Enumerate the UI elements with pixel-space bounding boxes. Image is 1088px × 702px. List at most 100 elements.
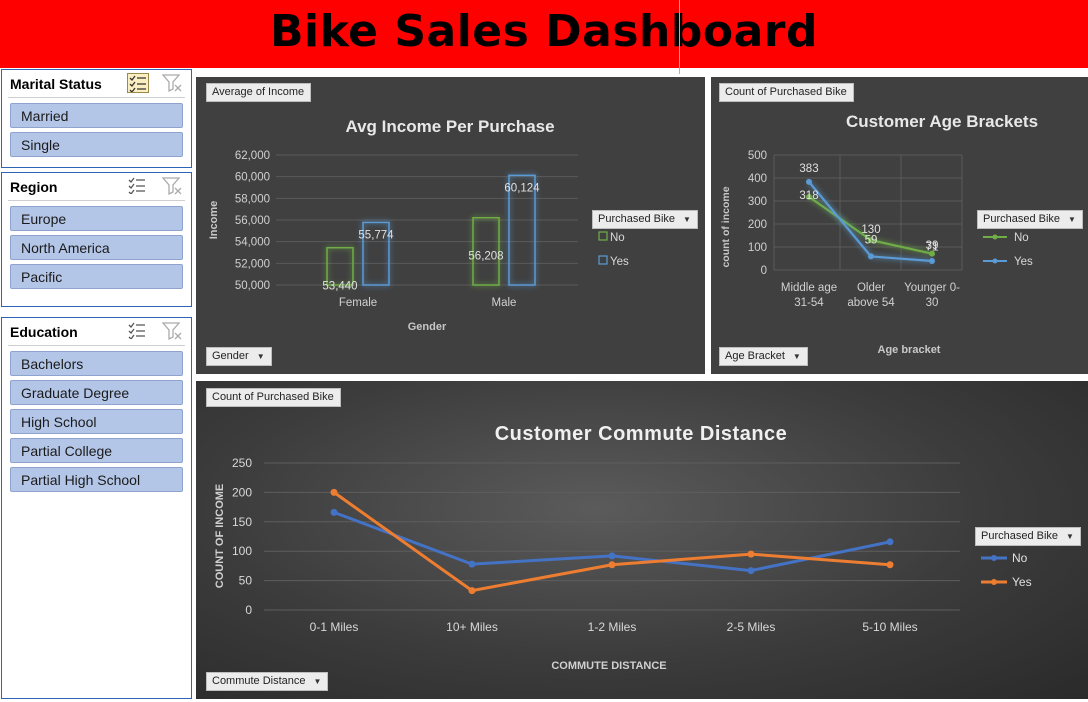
y-axis-label: Income — [208, 201, 220, 240]
age-line-chart: Customer Age Brackets 0 100 200 300 400 500 cou… — [720, 112, 1038, 356]
x-tick-label: 1-2 Miles — [588, 620, 637, 634]
bar-no — [326, 246, 354, 286]
x-tick-label: 0-1 Miles — [310, 620, 359, 634]
chart-title: Customer Commute Distance — [495, 423, 788, 445]
data-point-no — [747, 567, 755, 575]
x-tick-label: 2-5 Miles — [727, 620, 776, 634]
y-tick-label: 50 — [239, 574, 253, 588]
multi-select-icon[interactable] — [127, 73, 149, 93]
multi-select-icon[interactable] — [127, 176, 149, 196]
data-label: 60,124 — [504, 182, 540, 194]
data-label: 39 — [926, 240, 939, 252]
title-banner: Bike Sales Dashboard — [0, 0, 1088, 68]
y-tick-label: 0 — [761, 265, 767, 277]
x-tick-label: 31-54 — [794, 297, 824, 309]
y-tick-label: 58,000 — [235, 193, 270, 205]
slicer-item-graduate-degree[interactable]: Graduate Degree — [10, 380, 183, 405]
data-point-no — [886, 538, 894, 546]
dashboard: { "title": "Bike Sales Dashboard", "slic… — [0, 0, 1088, 702]
y-tick-label: 60,000 — [235, 172, 270, 184]
y-axis-label: count of income — [720, 186, 732, 267]
legend-swatch-yes — [598, 255, 608, 265]
region-slicer: Region Europe North America Pacific — [1, 172, 192, 307]
data-point-no — [468, 560, 476, 568]
x-tick-label: above 54 — [847, 297, 895, 309]
clear-filter-icon[interactable] — [161, 176, 183, 196]
data-point-yes — [747, 550, 755, 558]
data-point-yes — [886, 561, 894, 569]
data-point-yes — [868, 253, 874, 260]
x-tick-label: Older — [857, 282, 885, 294]
legend-marker-yes — [992, 258, 998, 264]
y-tick-label: 500 — [748, 150, 767, 162]
y-tick-label: 54,000 — [235, 237, 270, 249]
y-tick-label: 50,000 — [235, 280, 270, 292]
y-tick-label: 300 — [748, 196, 767, 208]
y-tick-label: 100 — [232, 544, 252, 558]
marital-status-slicer: Marital Status Married Single — [1, 69, 192, 168]
chart-title: Avg Income Per Purchase — [345, 117, 554, 136]
income-chart-panel: Average of Income Gender Purchased Bike … — [196, 77, 705, 374]
data-point-yes — [806, 178, 812, 185]
data-point-yes — [608, 561, 616, 569]
slicer-item-north-america[interactable]: North America — [10, 235, 183, 260]
data-label: 383 — [799, 163, 818, 175]
slicer-title: Region — [10, 179, 58, 195]
y-tick-label: 62,000 — [235, 150, 270, 162]
legend-label-yes: Yes — [610, 256, 629, 268]
slicer-header: Marital Status — [8, 70, 185, 98]
data-point-no — [608, 552, 616, 560]
slicer-item-partial-high-school[interactable]: Partial High School — [10, 467, 183, 492]
slicer-title: Marital Status — [10, 76, 102, 92]
data-label: 53,440 — [322, 281, 357, 293]
y-tick-label: 52,000 — [235, 258, 270, 270]
slicer-item-high-school[interactable]: High School — [10, 409, 183, 434]
dashboard-title: Bike Sales Dashboard — [269, 6, 818, 57]
x-tick-label: 10+ Miles — [446, 620, 498, 634]
data-point-yes — [929, 258, 935, 265]
commute-line-chart: Customer Commute Distance 0 50 100 150 200 250… — [214, 423, 1032, 672]
data-point-yes — [330, 488, 338, 496]
education-slicer: Education Bachelors Graduate Degree High… — [1, 317, 192, 699]
legend-label-no: No — [610, 232, 625, 244]
data-label: 318 — [799, 190, 818, 202]
multi-select-icon[interactable] — [127, 321, 149, 341]
sheet-divider — [679, 0, 680, 74]
data-label: 59 — [865, 234, 878, 246]
x-axis-label: Gender — [408, 321, 447, 333]
y-tick-label: 400 — [748, 173, 767, 185]
y-tick-label: 200 — [232, 485, 252, 499]
x-axis-label: COMMUTE DISTANCE — [551, 660, 666, 672]
income-bar-chart: Avg Income Per Purchase 50,000 52,000 54,00… — [208, 117, 629, 333]
data-label: 55,774 — [358, 229, 394, 241]
slicer-item-partial-college[interactable]: Partial College — [10, 438, 183, 463]
y-tick-label: 250 — [232, 456, 252, 470]
slicer-item-bachelors[interactable]: Bachelors — [10, 351, 183, 376]
clear-filter-icon[interactable] — [161, 73, 183, 93]
legend-marker-no — [991, 555, 997, 561]
slicer-item-single[interactable]: Single — [10, 132, 183, 157]
clear-filter-icon[interactable] — [161, 321, 183, 341]
slicer-item-married[interactable]: Married — [10, 103, 183, 128]
series-line-yes — [333, 491, 891, 593]
x-tick-label: Female — [339, 297, 377, 309]
slicer-item-pacific[interactable]: Pacific — [10, 264, 183, 289]
legend-swatch-no — [598, 231, 608, 241]
legend-marker-no — [992, 234, 998, 240]
x-tick-label: 5-10 Miles — [862, 620, 917, 634]
legend-label-no: No — [1014, 232, 1029, 244]
legend-label-yes: Yes — [1012, 575, 1032, 589]
age-chart-panel: Count of Purchased Bike Age Bracket Purc… — [711, 77, 1088, 374]
y-tick-label: 56,000 — [235, 215, 270, 227]
data-point-no — [330, 508, 338, 516]
legend-label-no: No — [1012, 551, 1028, 565]
x-tick-label: 30 — [926, 297, 939, 309]
slicer-item-europe[interactable]: Europe — [10, 206, 183, 231]
y-axis-label: COUNT OF INCOME — [214, 484, 226, 589]
x-tick-label: Male — [492, 297, 517, 309]
x-tick-label: Younger 0- — [904, 282, 960, 294]
legend-label-yes: Yes — [1014, 256, 1033, 268]
data-point-yes — [468, 587, 476, 595]
y-tick-label: 100 — [748, 242, 767, 254]
y-tick-label: 0 — [245, 603, 252, 617]
